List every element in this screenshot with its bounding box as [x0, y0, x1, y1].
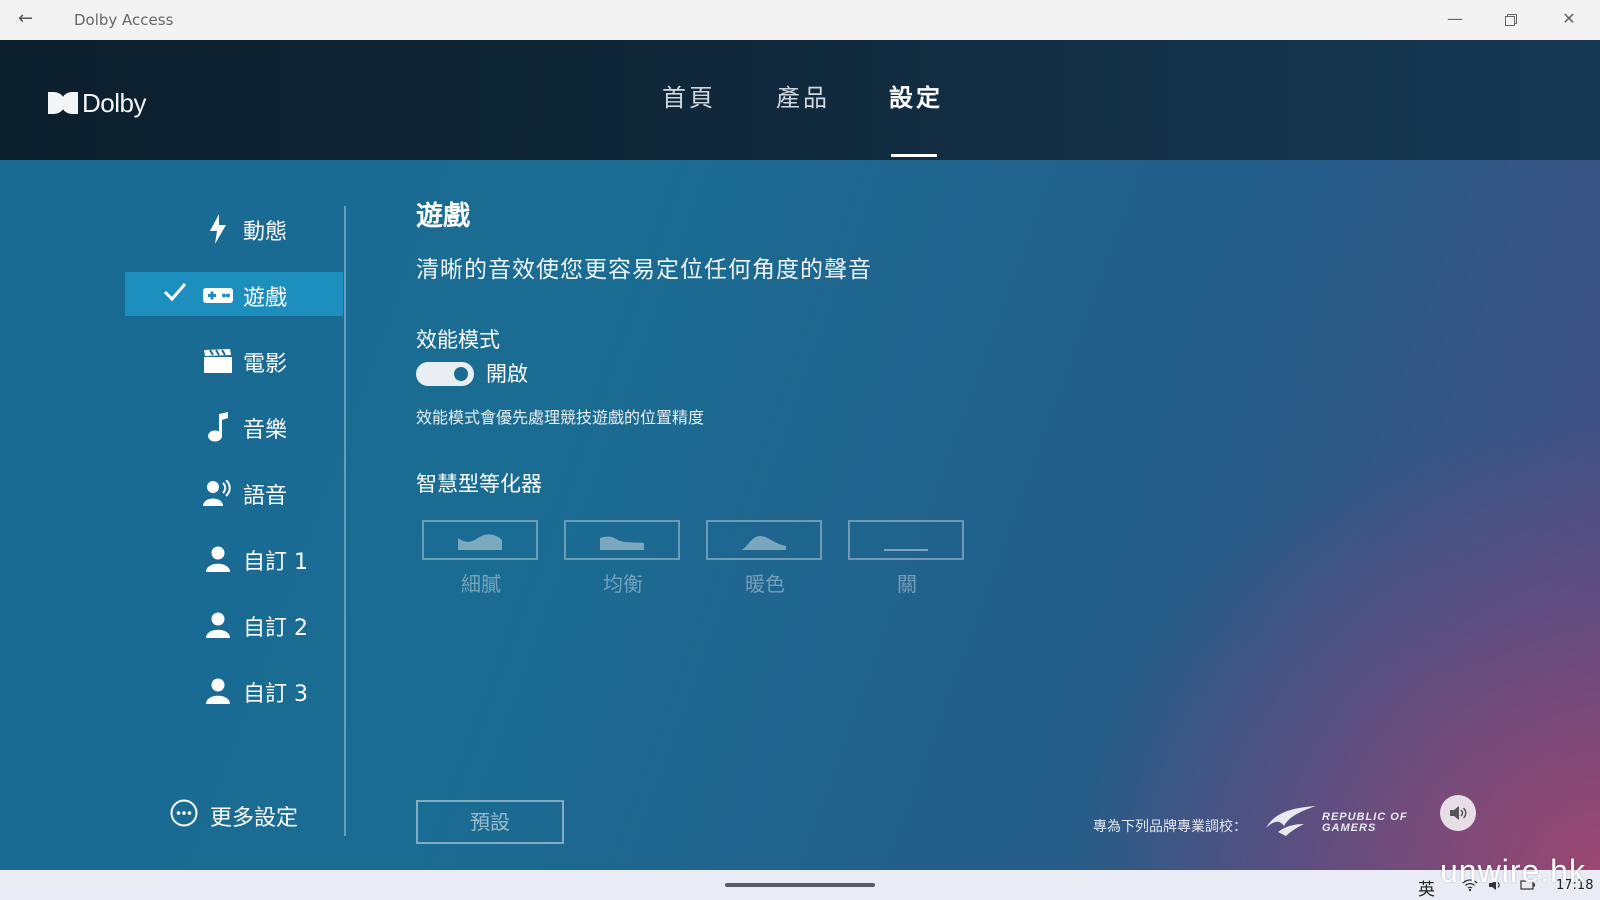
rog-logo-icon: [1266, 806, 1316, 836]
sidebar-item-label: 自訂 3: [243, 682, 308, 707]
eq-curve-detailed-icon: [458, 534, 502, 550]
sidebar-item-custom-2[interactable]: 自訂 2: [125, 602, 343, 646]
tab-products[interactable]: 產品: [776, 78, 830, 113]
page-description: 清晰的音效使您更容易定位任何角度的聲音: [416, 257, 872, 283]
sidebar-item-label: 音樂: [243, 418, 288, 443]
close-button[interactable]: ✕: [1546, 4, 1592, 34]
eq-option-label: 暖色: [745, 572, 785, 596]
eq-flat-line-icon: [884, 549, 928, 551]
sidebar-item-games[interactable]: 遊戲: [125, 272, 343, 316]
performance-mode-label: 效能模式: [416, 328, 500, 352]
restore-button[interactable]: [1488, 4, 1534, 34]
more-settings-label: 更多設定: [210, 806, 299, 831]
clapperboard-icon: [203, 346, 233, 376]
sidebar-item-label: 遊戲: [243, 286, 288, 311]
back-arrow-icon[interactable]: ←: [18, 8, 33, 29]
taskbar-handle[interactable]: [725, 883, 875, 887]
input-method-indicator[interactable]: 英: [1418, 875, 1435, 900]
person-icon: [203, 610, 233, 640]
sidebar-item-label: 自訂 1: [243, 550, 308, 575]
performance-mode-state: 開啟: [486, 362, 528, 386]
eq-option-label: 細膩: [461, 572, 501, 596]
voice-icon: [203, 478, 233, 508]
rog-wordmark-line2: GAMERS: [1322, 822, 1377, 834]
gamepad-icon: [203, 280, 233, 310]
main-nav: 首頁 產品 設定: [0, 40, 1600, 157]
tab-settings[interactable]: 設定: [889, 78, 943, 113]
equalizer-title: 智慧型等化器: [416, 472, 542, 496]
eq-curve-balanced-icon: [600, 536, 644, 550]
performance-mode-description: 效能模式會優先處理競技遊戲的位置精度: [416, 408, 705, 427]
rog-wordmark: REPUBLIC OF GAMERS: [1322, 812, 1408, 834]
speaker-icon: [1450, 806, 1467, 820]
eq-option-balanced[interactable]: [564, 520, 680, 560]
sidebar-item-voice[interactable]: 語音: [125, 470, 343, 514]
watermark: unwire.hk: [1440, 853, 1586, 889]
sidebar-item-music[interactable]: 音樂: [125, 404, 343, 448]
sidebar-divider: [344, 206, 346, 836]
window-title: Dolby Access: [74, 11, 174, 29]
sidebar-item-label: 動態: [243, 220, 288, 245]
person-icon: [203, 544, 233, 574]
sidebar-item-movies[interactable]: 電影: [125, 338, 343, 382]
music-note-icon: [203, 412, 233, 442]
speaker-button[interactable]: [1440, 795, 1476, 831]
sidebar-item-custom-1[interactable]: 自訂 1: [125, 536, 343, 580]
eq-option-off[interactable]: [848, 520, 964, 560]
minimize-button[interactable]: —: [1432, 4, 1478, 34]
page-title: 遊戲: [416, 201, 470, 232]
sidebar-item-custom-3[interactable]: 自訂 3: [125, 668, 343, 712]
sidebar-item-label: 自訂 2: [243, 616, 308, 641]
lightning-icon: [203, 214, 233, 244]
eq-curve-warm-icon: [742, 536, 786, 550]
active-tab-indicator: [891, 154, 937, 157]
performance-mode-toggle[interactable]: [416, 362, 474, 386]
eq-option-detailed[interactable]: [422, 520, 538, 560]
tab-home[interactable]: 首頁: [662, 78, 716, 113]
eq-option-label: 均衡: [603, 572, 643, 596]
sidebar-item-label: 語音: [243, 484, 288, 509]
main-panel: 動態 遊戲 電影 音樂 語音 自訂 1 自訂 2 自訂 3 更多設定 遊戲 清晰…: [0, 160, 1600, 870]
tuned-for-note: 專為下列品牌專業調校：: [1093, 819, 1247, 835]
person-icon: [203, 676, 233, 706]
restore-icon: [1505, 13, 1517, 26]
check-icon: [163, 281, 187, 309]
sidebar-item-label: 電影: [243, 352, 288, 377]
default-button[interactable]: 預設: [416, 800, 564, 844]
eq-option-label: 關: [897, 572, 917, 596]
eq-option-warm[interactable]: [706, 520, 822, 560]
sidebar-item-dynamic[interactable]: 動態: [125, 206, 343, 250]
toggle-knob: [454, 367, 468, 381]
title-bar: ← Dolby Access — ✕: [0, 0, 1600, 40]
more-options-icon: [170, 799, 198, 833]
taskbar: 英 17:18: [0, 870, 1600, 900]
